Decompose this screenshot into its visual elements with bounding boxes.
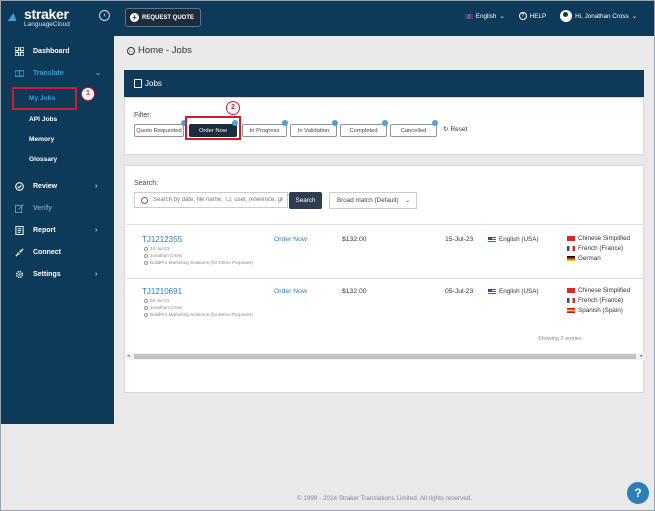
- window-frame: [0, 0, 655, 511]
